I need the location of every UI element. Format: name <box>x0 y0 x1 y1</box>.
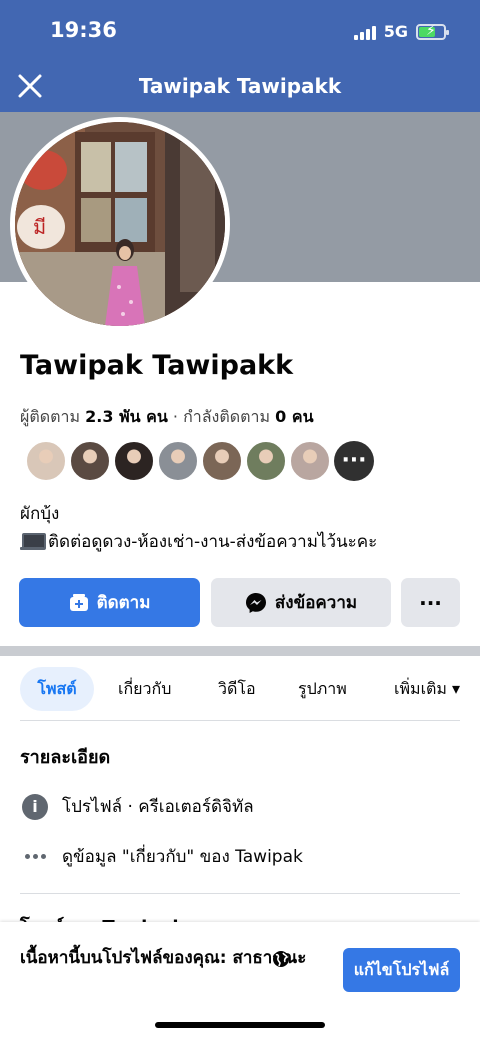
friend-avatar[interactable] <box>246 441 286 481</box>
profile-name: Tawipak Tawipakk <box>20 350 294 381</box>
network-type: 5G <box>383 22 408 41</box>
more-dots-icon: ··· <box>419 590 442 615</box>
following-label: กำลังติดตาม <box>183 407 271 426</box>
followers-label: ผู้ติดตาม <box>20 407 81 426</box>
message-button[interactable]: ส่งข้อความ <box>211 578 391 627</box>
signal-icon <box>353 24 376 40</box>
friend-avatar[interactable] <box>70 441 110 481</box>
about-link-text: ดูข้อมูล "เกี่ยวกับ" ของ Tawipak <box>62 847 303 867</box>
about-link-row[interactable]: ดูข้อมูล "เกี่ยวกับ" ของ Tawipak <box>22 843 303 870</box>
laptop-icon <box>20 532 46 552</box>
details-divider <box>20 893 460 894</box>
edit-profile-button[interactable]: แก้ไขโปรไฟล์ <box>343 948 460 992</box>
profile-avatar[interactable]: มี <box>10 117 230 331</box>
bio-text: ติดต่อดูดวง-ห้องเช่า-งาน-ส่งข้อความไว้นะ… <box>48 532 378 552</box>
nav-bar: Tawipak Tawipakk <box>0 62 480 112</box>
bottom-bar: เนื้อหานี้บนโปรไฟล์ของคุณ: สาธารณะ แก้ไข… <box>0 922 480 1039</box>
friend-avatar[interactable] <box>202 441 242 481</box>
status-indicators: 5G ⚡ <box>353 22 449 41</box>
tab-photos[interactable]: รูปภาพ <box>298 667 347 711</box>
visibility-text: เนื้อหานี้บนโปรไฟล์ของคุณ: สาธารณะ <box>20 948 307 968</box>
tab-videos[interactable]: วิดีโอ <box>218 667 256 711</box>
home-indicator <box>155 1022 325 1028</box>
status-bar: 19:36 5G ⚡ <box>0 0 480 62</box>
details-title: รายละเอียด <box>20 747 111 768</box>
tab-about[interactable]: เกี่ยวกับ <box>118 667 171 711</box>
friend-avatar[interactable] <box>26 441 66 481</box>
messenger-icon <box>245 592 266 613</box>
svg-text:มี: มี <box>33 215 46 239</box>
more-options-button[interactable]: ··· <box>401 578 460 627</box>
follow-button-label: ติดตาม <box>96 593 151 613</box>
following-count: 0 คน <box>275 407 314 426</box>
friend-avatar[interactable] <box>114 441 154 481</box>
more-friends-button[interactable]: ··· <box>334 441 374 481</box>
tabs-divider <box>20 720 460 721</box>
battery-icon: ⚡ <box>416 22 449 40</box>
message-button-label: ส่งข้อความ <box>274 593 358 613</box>
more-dots-icon <box>22 854 48 859</box>
friends-avatars-row: ··· <box>26 441 374 481</box>
charging-icon: ⚡ <box>426 22 436 39</box>
profile-type-text: โปรไฟล์ · ครีเอเตอร์ดิจิทัล <box>62 797 254 817</box>
friend-avatar[interactable] <box>290 441 330 481</box>
status-time: 19:36 <box>50 18 117 42</box>
tab-posts[interactable]: โพสต์ <box>20 667 94 711</box>
page-title: Tawipak Tawipakk <box>138 74 342 98</box>
stats-separator: · <box>172 407 178 426</box>
bio-line-1: ผักบุ้ง <box>20 504 60 524</box>
section-divider <box>0 646 480 656</box>
follow-plus-icon <box>69 593 88 611</box>
profile-tabs: โพสต์ เกี่ยวกับ วิดีโอ รูปภาพ เพิ่มเติม … <box>0 667 480 711</box>
tab-more[interactable]: เพิ่มเติม ▾ <box>394 667 460 711</box>
profile-type-row: i โปรไฟล์ · ครีเอเตอร์ดิจิทัล <box>22 793 254 820</box>
followers-count: 2.3 พัน คน <box>85 407 168 426</box>
bio-line-2: ติดต่อดูดวง-ห้องเช่า-งาน-ส่งข้อความไว้นะ… <box>20 528 377 555</box>
follow-stats[interactable]: ผู้ติดตาม 2.3 พัน คน · กำลังติดตาม 0 คน <box>20 405 314 430</box>
info-icon: i <box>22 793 48 820</box>
friend-avatar[interactable] <box>158 441 198 481</box>
follow-button[interactable]: ติดตาม <box>19 578 200 627</box>
globe-icon <box>273 951 289 967</box>
